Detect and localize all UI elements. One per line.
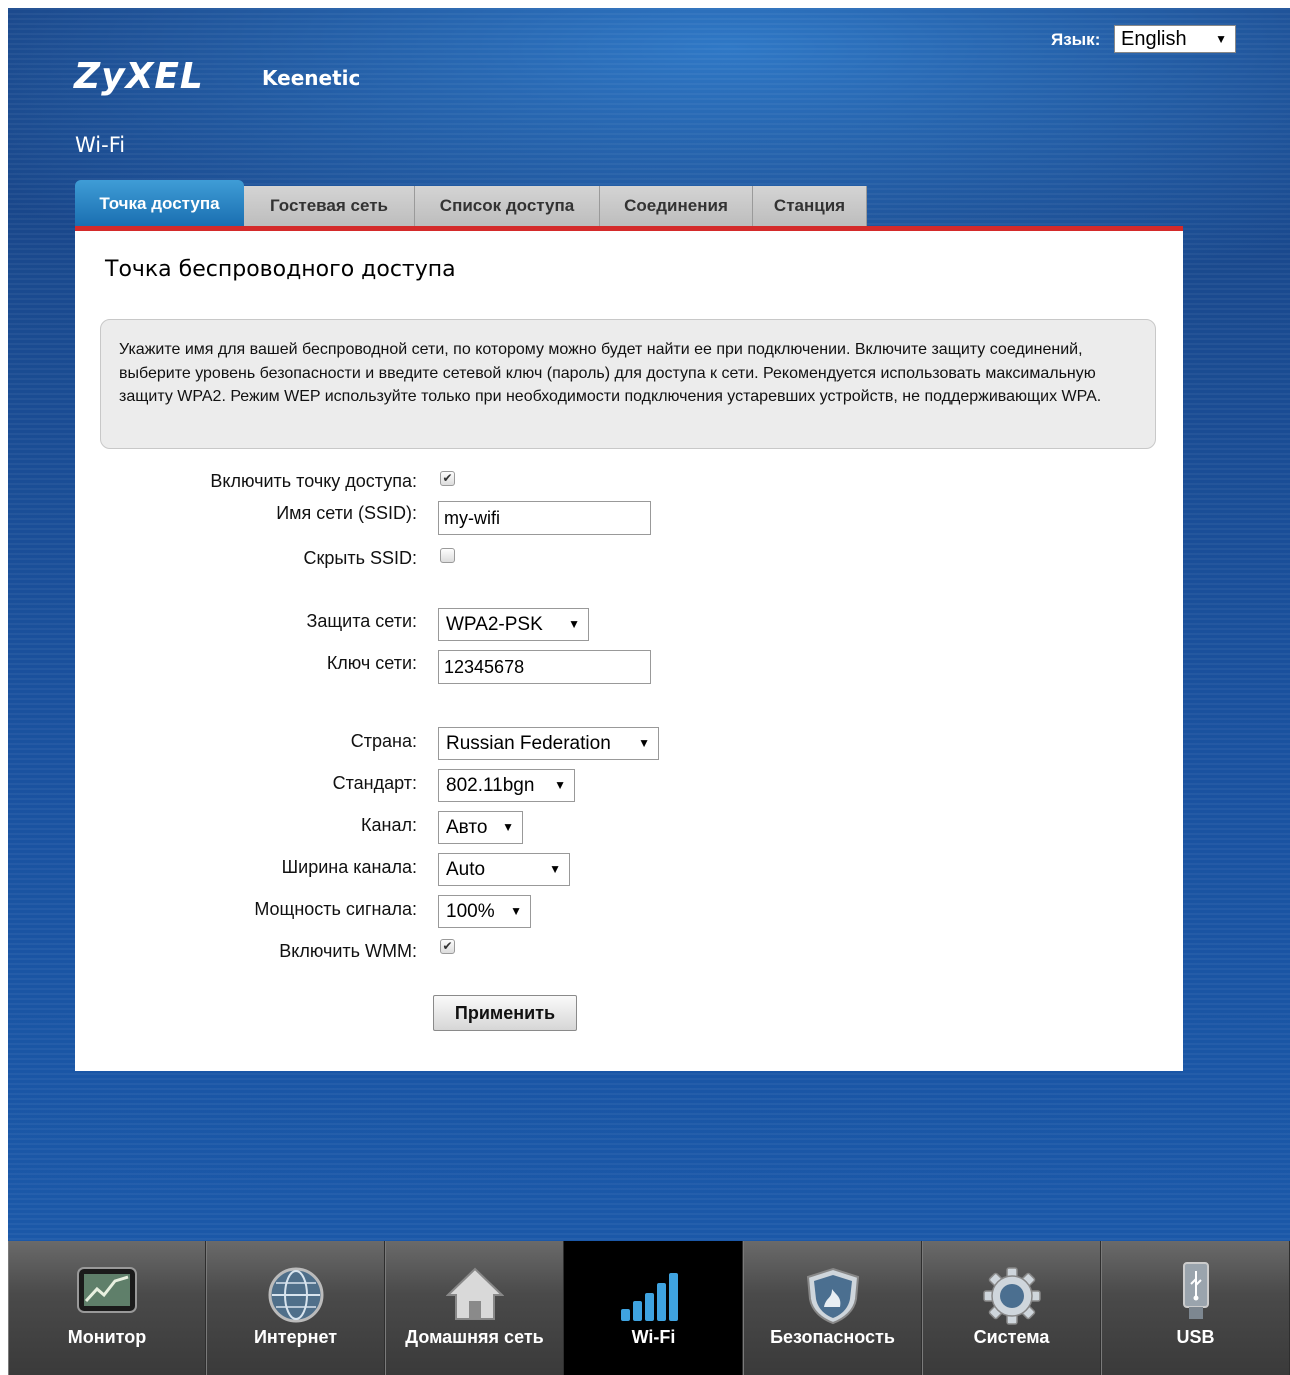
nav-home-network[interactable]: Домашняя сеть bbox=[385, 1241, 564, 1375]
dropdown-arrow-icon: ▼ bbox=[510, 904, 522, 918]
bottom-nav: Монитор Интернет Домашняя сеть Wi-Fi Без… bbox=[8, 1241, 1290, 1375]
nav-label: USB bbox=[1176, 1327, 1215, 1347]
tab-access-list[interactable]: Список доступа bbox=[415, 186, 600, 226]
monitor-icon bbox=[77, 1267, 137, 1318]
home-icon bbox=[445, 1267, 504, 1326]
tab-guest-network[interactable]: Гостевая сеть bbox=[244, 186, 415, 226]
shield-icon bbox=[806, 1267, 860, 1330]
checkmark-icon: ✔ bbox=[442, 471, 453, 485]
enable-ap-checkbox[interactable]: ✔ bbox=[440, 471, 455, 486]
language-value: English bbox=[1121, 28, 1187, 50]
channel-value: Авто bbox=[446, 817, 488, 838]
dropdown-arrow-icon: ▼ bbox=[568, 617, 580, 631]
nav-system[interactable]: Система bbox=[922, 1241, 1101, 1375]
country-label: Страна: bbox=[350, 731, 417, 751]
dropdown-arrow-icon: ▼ bbox=[1215, 32, 1227, 46]
nav-internet[interactable]: Интернет bbox=[206, 1241, 385, 1375]
wmm-checkbox[interactable]: ✔ bbox=[440, 939, 455, 954]
panel-title: Точка беспроводного доступа bbox=[105, 257, 456, 282]
power-select[interactable]: 100% ▼ bbox=[438, 895, 531, 928]
width-label: Ширина канала: bbox=[281, 857, 417, 877]
page-title: Wi-Fi bbox=[75, 133, 126, 157]
nav-security[interactable]: Безопасность bbox=[743, 1241, 922, 1375]
country-value: Russian Federation bbox=[446, 733, 611, 754]
standard-label: Стандарт: bbox=[332, 773, 417, 793]
width-select[interactable]: Auto ▼ bbox=[438, 853, 570, 886]
apply-button[interactable]: Применить bbox=[433, 995, 577, 1031]
country-select[interactable]: Russian Federation ▼ bbox=[438, 727, 659, 760]
wifi-signal-icon bbox=[619, 1267, 689, 1326]
gear-icon bbox=[982, 1267, 1041, 1330]
product-name: Keenetic bbox=[262, 66, 361, 90]
content-panel: Точка беспроводного доступа Укажите имя … bbox=[75, 226, 1183, 1071]
globe-icon bbox=[268, 1267, 324, 1328]
ssid-input[interactable]: my-wifi bbox=[438, 501, 651, 535]
security-label: Защита сети: bbox=[306, 611, 417, 631]
hide-ssid-label: Скрыть SSID: bbox=[303, 548, 417, 568]
security-select[interactable]: WPA2-PSK ▼ bbox=[438, 608, 589, 641]
tab-station[interactable]: Станция bbox=[753, 186, 867, 226]
dropdown-arrow-icon: ▼ bbox=[554, 778, 566, 792]
key-input[interactable]: 12345678 bbox=[438, 650, 651, 684]
standard-value: 802.11bgn bbox=[446, 775, 535, 796]
key-label: Ключ сети: bbox=[326, 653, 417, 673]
channel-select[interactable]: Авто ▼ bbox=[438, 811, 523, 844]
security-value: WPA2-PSK bbox=[446, 614, 543, 635]
power-label: Мощность сигнала: bbox=[254, 899, 417, 919]
power-value: 100% bbox=[446, 901, 495, 922]
width-value: Auto bbox=[446, 859, 486, 880]
dropdown-arrow-icon: ▼ bbox=[502, 820, 514, 834]
info-box: Укажите имя для вашей беспроводной сети,… bbox=[100, 319, 1156, 449]
dropdown-arrow-icon: ▼ bbox=[549, 862, 561, 876]
nav-monitor[interactable]: Монитор bbox=[8, 1241, 206, 1375]
tab-connections[interactable]: Соединения bbox=[600, 186, 753, 226]
hide-ssid-checkbox[interactable] bbox=[440, 548, 455, 563]
enable-ap-label: Включить точку доступа: bbox=[210, 471, 417, 491]
ssid-label: Имя сети (SSID): bbox=[276, 503, 417, 523]
dropdown-arrow-icon: ▼ bbox=[638, 736, 650, 750]
nav-label: Система bbox=[973, 1327, 1050, 1347]
language-label: Язык: bbox=[1051, 30, 1101, 49]
tab-access-point[interactable]: Точка доступа bbox=[75, 180, 244, 226]
zyxel-logo: ZyXEL bbox=[74, 56, 204, 97]
language-select[interactable]: English ▼ bbox=[1114, 25, 1236, 53]
nav-label: Монитор bbox=[67, 1327, 147, 1347]
router-admin-window: ZyXEL Keenetic Wi-Fi Язык: English ▼ Точ… bbox=[8, 8, 1290, 1375]
nav-label: Интернет bbox=[253, 1327, 338, 1347]
nav-label: Безопасность bbox=[770, 1327, 895, 1347]
checkmark-icon: ✔ bbox=[442, 939, 453, 953]
nav-usb[interactable]: USB bbox=[1101, 1241, 1290, 1375]
standard-select[interactable]: 802.11bgn ▼ bbox=[438, 769, 575, 802]
channel-label: Канал: bbox=[361, 815, 417, 835]
wmm-label: Включить WMM: bbox=[279, 941, 417, 961]
nav-wifi[interactable]: Wi-Fi bbox=[564, 1241, 743, 1375]
nav-label: Wi-Fi bbox=[631, 1327, 676, 1347]
nav-label: Домашняя сеть bbox=[405, 1327, 544, 1347]
usb-icon bbox=[1181, 1261, 1211, 1326]
